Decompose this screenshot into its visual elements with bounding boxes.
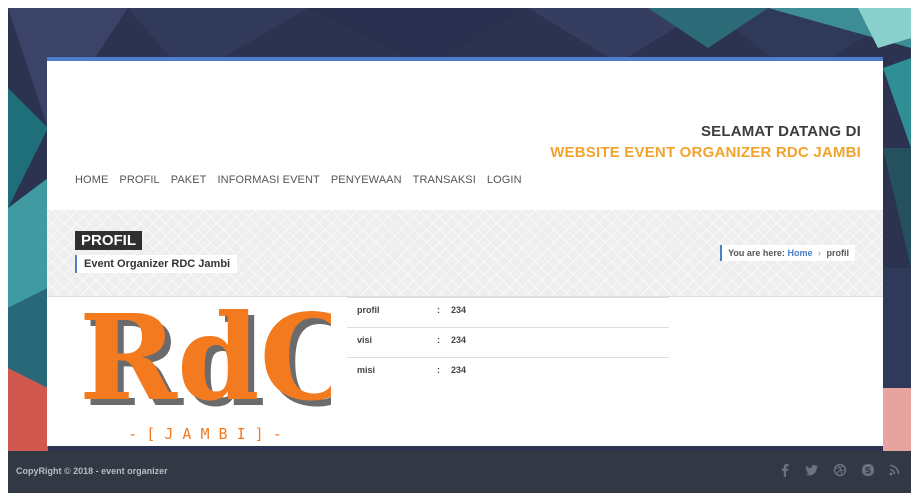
- dribbble-icon[interactable]: [833, 463, 847, 477]
- welcome-line-2: WEBSITE EVENT ORGANIZER RDC JAMBI: [550, 144, 861, 161]
- breadcrumb-separator: ›: [817, 248, 821, 258]
- site-footer: CopyRight © 2018 - event organizer S: [8, 451, 911, 493]
- nav-penyewaan[interactable]: PENYEWAAN: [331, 174, 402, 186]
- info-value: 234: [451, 305, 467, 315]
- social-links: S: [779, 463, 901, 477]
- nav-transaksi[interactable]: TRANSAKSI: [413, 174, 476, 186]
- facebook-icon[interactable]: [779, 463, 791, 477]
- breadcrumb-current: profil: [826, 248, 850, 258]
- skype-icon[interactable]: S: [861, 463, 875, 477]
- svg-text:S: S: [865, 467, 871, 477]
- breadcrumb-prefix: You are here:: [728, 248, 785, 258]
- info-colon: :: [437, 335, 440, 345]
- info-row-visi: visi : 234: [347, 327, 669, 357]
- page-subtitle: Event Organizer RDC Jambi: [75, 255, 238, 273]
- nav-profil[interactable]: PROFIL: [119, 174, 159, 186]
- rdc-logo: RdC RdC - [ J A M B I ] -: [79, 301, 331, 446]
- breadcrumb-home-link[interactable]: Home: [787, 248, 812, 258]
- info-key: visi: [357, 335, 373, 345]
- rss-icon[interactable]: [889, 463, 901, 477]
- info-value: 234: [451, 365, 467, 375]
- info-colon: :: [437, 365, 440, 375]
- logo-text: RdC: [79, 301, 331, 427]
- info-row-profil: profil : 234: [347, 297, 669, 327]
- logo-subtext: - [ J A M B I ] -: [128, 425, 282, 443]
- welcome-heading: SELAMAT DATANG DI WEBSITE EVENT ORGANIZE…: [550, 123, 861, 161]
- welcome-line-1: SELAMAT DATANG DI: [700, 123, 861, 140]
- nav-login[interactable]: LOGIN: [487, 174, 522, 186]
- profile-info-table: profil : 234 visi : 234 misi : 234: [347, 297, 669, 387]
- nav-informasi-event[interactable]: INFORMASI EVENT: [218, 174, 320, 186]
- main-nav: HOME PROFIL PAKET INFORMASI EVENT PENYEW…: [75, 174, 522, 186]
- info-key: misi: [357, 365, 376, 375]
- breadcrumb: You are here: Home › profil: [720, 245, 855, 261]
- info-value: 234: [451, 335, 467, 345]
- copyright-text: CopyRight © 2018 - event organizer: [16, 466, 168, 476]
- main-panel: SELAMAT DATANG DI WEBSITE EVENT ORGANIZE…: [47, 57, 883, 446]
- info-key: profil: [357, 305, 380, 315]
- nav-home[interactable]: HOME: [75, 174, 108, 186]
- nav-paket[interactable]: PAKET: [171, 174, 207, 186]
- twitter-icon[interactable]: [805, 463, 819, 477]
- info-row-misi: misi : 234: [347, 357, 669, 387]
- info-colon: :: [437, 305, 440, 315]
- page-title-band: PROFIL Event Organizer RDC Jambi You are…: [47, 210, 883, 297]
- page-title: PROFIL: [75, 231, 142, 250]
